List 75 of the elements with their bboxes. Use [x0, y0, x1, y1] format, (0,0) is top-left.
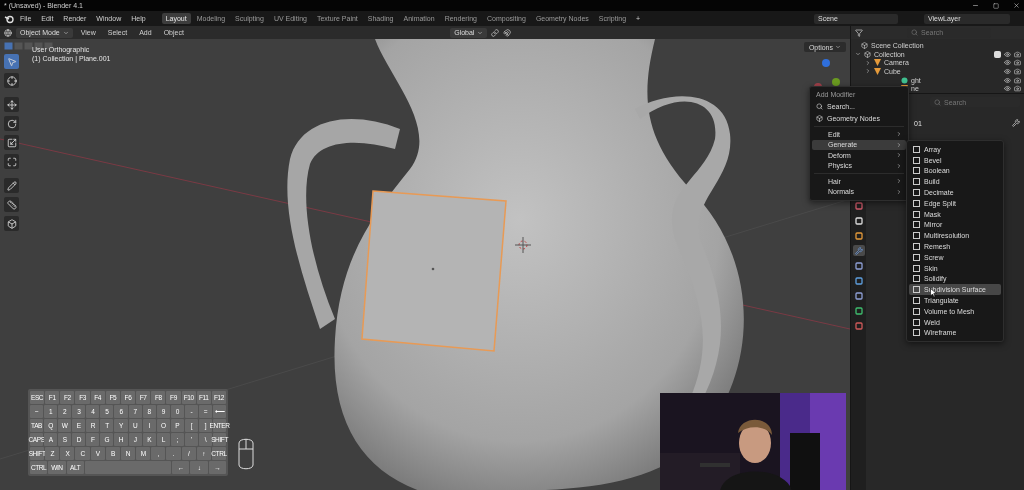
- tool-button[interactable]: [4, 154, 19, 169]
- tool-button[interactable]: [4, 73, 19, 88]
- globe-icon[interactable]: [4, 28, 12, 37]
- tool-button[interactable]: [4, 178, 19, 193]
- square-icon: [913, 264, 920, 272]
- square-icon: [913, 156, 920, 164]
- cube-icon: [6, 218, 17, 229]
- filter-icon[interactable]: [855, 28, 863, 37]
- square-icon: [854, 306, 863, 315]
- wrench-icon: [854, 246, 863, 255]
- tool-button[interactable]: [4, 97, 19, 112]
- wrench-icon: [1012, 119, 1020, 127]
- square-icon: [913, 307, 920, 315]
- pointer-icon: [6, 56, 17, 67]
- square-icon: [913, 145, 920, 153]
- search-icon: [816, 102, 823, 110]
- properties-tab[interactable]: [852, 275, 865, 286]
- square-icon: [854, 321, 863, 330]
- close-icon[interactable]: [1013, 2, 1020, 9]
- square-icon: [913, 210, 920, 218]
- chevron-down-icon: [835, 44, 841, 50]
- square-icon: [913, 297, 920, 305]
- rotate-icon: [6, 118, 17, 129]
- tool-button[interactable]: [4, 197, 19, 212]
- eye-icon[interactable]: [1004, 85, 1011, 93]
- properties-tab[interactable]: [852, 305, 865, 316]
- pencil-icon: [6, 180, 17, 191]
- link-icon[interactable]: [491, 28, 500, 37]
- triangle-icon: [874, 67, 881, 75]
- square-icon: [854, 201, 863, 210]
- transform-icon: [6, 156, 17, 167]
- properties-tab[interactable]: [852, 230, 865, 241]
- eye-icon[interactable]: [1004, 59, 1011, 67]
- search-icon: [934, 98, 941, 106]
- chevron-down-icon: [62, 29, 69, 36]
- square-icon: [913, 329, 920, 337]
- square-icon: [913, 275, 920, 283]
- square-icon: [913, 232, 920, 240]
- square-icon: [913, 318, 920, 326]
- magnet-icon[interactable]: [503, 28, 512, 37]
- square-icon: [913, 199, 920, 207]
- tool-button[interactable]: [4, 116, 19, 131]
- square-icon: [854, 291, 863, 300]
- maximize-icon[interactable]: [993, 2, 999, 9]
- eye-icon[interactable]: [1004, 76, 1011, 84]
- chevron-down-icon: [477, 29, 484, 36]
- square-icon: [854, 261, 863, 270]
- blender-logo-icon: [4, 13, 14, 24]
- move-icon: [6, 99, 17, 110]
- square-icon: [913, 221, 920, 229]
- square-icon: [913, 243, 920, 251]
- mouse-icon: [236, 437, 256, 471]
- minimize-icon[interactable]: [972, 2, 979, 9]
- search-icon: [911, 29, 918, 36]
- square-icon: [913, 189, 920, 197]
- scale-icon: [6, 137, 17, 148]
- ruler-icon: [6, 199, 17, 210]
- bulb-icon: [901, 76, 908, 84]
- crosshair-icon: [515, 237, 531, 253]
- square-icon: [854, 216, 863, 225]
- properties-tab[interactable]: [852, 290, 865, 301]
- properties-tab[interactable]: [852, 260, 865, 271]
- checkbox[interactable]: [994, 50, 1001, 58]
- square-icon: [913, 178, 920, 186]
- square-icon: [854, 231, 863, 240]
- crosshair-icon: [6, 75, 17, 86]
- tool-button[interactable]: [4, 216, 19, 231]
- square-icon: [913, 253, 920, 261]
- tool-button[interactable]: [4, 135, 19, 150]
- square-icon: [913, 286, 920, 294]
- properties-tab[interactable]: [852, 215, 865, 226]
- square-icon: [913, 167, 920, 175]
- eye-icon[interactable]: [1004, 50, 1011, 58]
- eye-icon[interactable]: [1004, 67, 1011, 75]
- square-icon: [854, 276, 863, 285]
